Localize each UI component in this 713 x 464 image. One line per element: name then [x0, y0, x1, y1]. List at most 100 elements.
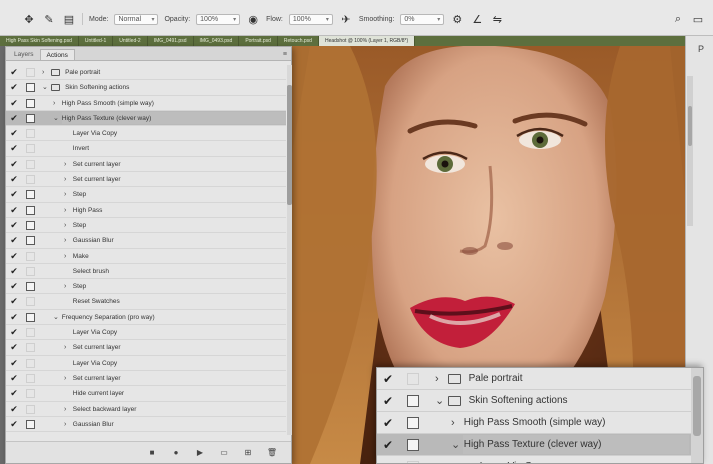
dialog-toggle-icon[interactable] [26, 251, 35, 261]
toggle-checkmark-icon[interactable]: ✔ [9, 251, 19, 262]
action-row[interactable]: ✔ › Step [6, 218, 286, 234]
toggle-checkmark-icon[interactable]: ✔ [9, 67, 19, 78]
chevron-down-icon[interactable]: ⌄ [53, 111, 59, 126]
toggle-checkmark-icon[interactable]: ✔ [9, 388, 19, 399]
action-row[interactable]: ✔ › Step [6, 279, 286, 295]
toggle-checkmark-icon[interactable]: ✔ [383, 438, 393, 452]
chevron-down-icon[interactable]: ⌄ [42, 80, 48, 95]
record-icon[interactable]: ● [171, 447, 181, 457]
action-row[interactable]: ✔ Hide current layer [6, 386, 286, 402]
new-action-icon[interactable]: ⊞ [243, 447, 253, 457]
inset-scrollbar[interactable] [691, 368, 703, 463]
dialog-toggle-icon[interactable] [407, 373, 419, 385]
action-row[interactable]: ✔ ⌄ Skin Softening actions [377, 390, 703, 412]
dialog-toggle-icon[interactable] [26, 190, 35, 200]
action-row[interactable]: ✔ Layer Via Copy [377, 456, 703, 463]
dialog-toggle-icon[interactable] [26, 419, 35, 429]
settings-gear-icon[interactable]: ⚙ [450, 12, 464, 26]
toggle-checkmark-icon[interactable]: ✔ [9, 113, 19, 124]
mode-select[interactable]: Normal ▾ [114, 13, 159, 25]
dialog-toggle-icon[interactable] [26, 312, 35, 322]
toggle-checkmark-icon[interactable]: ✔ [383, 460, 393, 463]
panel-label[interactable]: P [698, 44, 704, 54]
dialog-toggle-icon[interactable] [407, 439, 419, 451]
action-row[interactable]: ✔ Layer Via Copy [6, 126, 286, 142]
toggle-checkmark-icon[interactable]: ✔ [9, 143, 19, 154]
dialog-toggle-icon[interactable] [26, 343, 35, 353]
angle-icon[interactable]: ∠ [470, 12, 484, 26]
action-row[interactable]: ✔ › Select backward layer [6, 402, 286, 417]
action-row[interactable]: ✔ Select brush [6, 264, 286, 280]
chevron-right-icon[interactable]: › [451, 412, 455, 434]
dialog-toggle-icon[interactable] [407, 395, 419, 407]
toggle-checkmark-icon[interactable]: ✔ [9, 159, 19, 170]
toggle-checkmark-icon[interactable]: ✔ [9, 266, 19, 277]
toggle-panel-icon[interactable]: ▤ [62, 12, 76, 26]
symmetry-icon[interactable]: ⇋ [490, 12, 504, 26]
play-icon[interactable]: ▶ [195, 447, 205, 457]
toggle-checkmark-icon[interactable]: ✔ [9, 358, 19, 369]
chevron-right-icon[interactable]: › [64, 417, 66, 432]
action-row[interactable]: ✔ › High Pass Smooth (simple way) [6, 96, 286, 111]
pressure-opacity-icon[interactable]: ◉ [246, 12, 260, 26]
action-row[interactable]: ✔ › Set current layer [6, 371, 286, 387]
action-row[interactable]: ✔ › Gaussian Blur [6, 417, 286, 433]
action-row[interactable]: ✔ › High Pass [6, 203, 286, 218]
dialog-toggle-icon[interactable] [26, 358, 35, 368]
chevron-down-icon[interactable]: ⌄ [435, 390, 444, 412]
dialog-toggle-icon[interactable] [26, 68, 35, 77]
toggle-checkmark-icon[interactable]: ✔ [9, 189, 19, 200]
action-row[interactable]: ✔ ⌄ High Pass Texture (clever way) [377, 434, 703, 456]
toggle-checkmark-icon[interactable]: ✔ [9, 128, 19, 139]
flow-field[interactable]: 100% ▾ [288, 13, 333, 25]
dialog-toggle-icon[interactable] [26, 282, 35, 292]
stop-icon[interactable]: ■ [147, 447, 157, 457]
action-row[interactable]: ✔ › Make [6, 249, 286, 264]
document-tab[interactable]: Portrait.psd [239, 36, 278, 46]
document-tab[interactable]: IMG_0493.psd [194, 36, 240, 46]
actions-scrollbar[interactable] [287, 65, 292, 435]
dialog-toggle-icon[interactable] [26, 266, 35, 276]
chevron-down-icon[interactable]: ⌄ [53, 310, 59, 325]
dialog-toggle-icon[interactable] [26, 113, 35, 123]
action-row[interactable]: ✔ ⌄ Frequency Separation (pro way) [6, 310, 286, 326]
chevron-right-icon[interactable]: › [64, 203, 66, 218]
chevron-right-icon[interactable]: › [64, 157, 66, 172]
action-row[interactable]: ✔ Invert [6, 141, 286, 157]
toggle-checkmark-icon[interactable]: ✔ [383, 394, 393, 408]
toggle-checkmark-icon[interactable]: ✔ [383, 416, 393, 430]
action-row[interactable]: ✔ › Pale portrait [6, 65, 286, 81]
chevron-down-icon[interactable]: ⌄ [451, 434, 460, 456]
action-row[interactable]: ✔ › High Pass Smooth (simple way) [377, 412, 703, 434]
brush-tool-icon[interactable]: ✎ [42, 12, 56, 26]
toggle-checkmark-icon[interactable]: ✔ [9, 220, 19, 231]
smoothing-field[interactable]: 0% ▾ [400, 13, 445, 25]
action-row[interactable]: ✔ Reset Swatches [6, 294, 286, 310]
dialog-toggle-icon[interactable] [26, 205, 35, 215]
dialog-toggle-icon[interactable] [26, 328, 35, 338]
document-tab[interactable]: Untitled-1 [79, 36, 114, 46]
chevron-right-icon[interactable]: › [64, 279, 66, 294]
chevron-right-icon[interactable]: › [64, 172, 66, 187]
dialog-toggle-icon[interactable] [26, 389, 35, 399]
dialog-toggle-icon[interactable] [407, 417, 419, 429]
document-tab[interactable]: IMG_0491.psd [148, 36, 194, 46]
toggle-checkmark-icon[interactable]: ✔ [9, 296, 19, 307]
toggle-checkmark-icon[interactable]: ✔ [9, 281, 19, 292]
action-row[interactable]: ✔ Layer Via Copy [6, 356, 286, 371]
toggle-checkmark-icon[interactable]: ✔ [9, 205, 19, 216]
dialog-toggle-icon[interactable] [26, 175, 35, 185]
document-tab[interactable]: Headshot @ 100% (Layer 1, RGB/8*) [318, 36, 416, 46]
delete-icon[interactable]: 🗑 [267, 447, 277, 457]
chevron-right-icon[interactable]: › [64, 233, 66, 248]
action-row[interactable]: ✔ › Gaussian Blur [6, 233, 286, 249]
chevron-right-icon[interactable]: › [53, 96, 55, 111]
dialog-toggle-icon[interactable] [26, 83, 35, 93]
toggle-checkmark-icon[interactable]: ✔ [383, 372, 393, 386]
dialog-toggle-icon[interactable] [26, 159, 35, 169]
tab-actions[interactable]: Actions [39, 49, 75, 60]
dialog-toggle-icon[interactable] [26, 236, 35, 246]
action-row[interactable]: ✔ › Set current layer [6, 172, 286, 188]
action-row[interactable]: ✔ › Set current layer [6, 157, 286, 173]
action-row[interactable]: ✔ ⌄ Skin Softening actions [6, 80, 286, 96]
